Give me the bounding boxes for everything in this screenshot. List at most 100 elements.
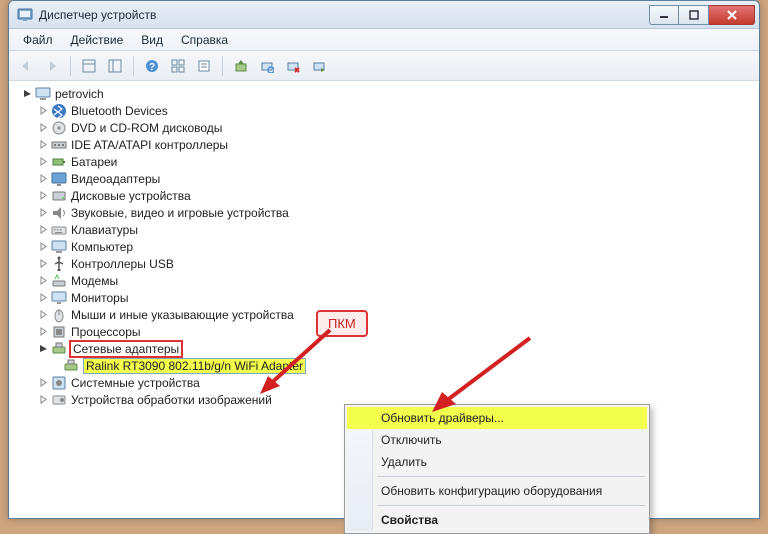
category-icon xyxy=(51,137,67,153)
tree-root-label: petrovich xyxy=(55,87,104,101)
app-icon xyxy=(17,7,33,23)
expand-icon[interactable] xyxy=(37,224,49,236)
category-icon xyxy=(51,188,67,204)
ctx-refresh-label: Обновить конфигурацию оборудования xyxy=(381,484,602,498)
expand-icon[interactable] xyxy=(37,122,49,134)
maximize-button[interactable] xyxy=(679,5,709,25)
tree-category[interactable]: Контроллеры USB xyxy=(33,255,757,272)
expand-icon[interactable] xyxy=(37,207,49,219)
tree-category[interactable]: Мыши и иные указывающие устройства xyxy=(33,306,757,323)
expand-icon[interactable] xyxy=(37,190,49,202)
tree-category[interactable]: Клавиатуры xyxy=(33,221,757,238)
tree-category[interactable]: Bluetooth Devices xyxy=(33,102,757,119)
tree-category-label: Мыши и иные указывающие устройства xyxy=(71,308,294,322)
ctx-refresh-config[interactable]: Обновить конфигурацию оборудования xyxy=(347,480,647,502)
tree-device-label: Ralink RT3090 802.11b/g/n WiFi Adapter xyxy=(83,358,306,374)
tree-category[interactable]: Модемы xyxy=(33,272,757,289)
menu-help[interactable]: Справка xyxy=(173,31,236,49)
toolbar-forward-button[interactable] xyxy=(41,55,63,77)
ctx-delete[interactable]: Удалить xyxy=(347,451,647,473)
expand-icon[interactable] xyxy=(37,105,49,117)
tree-category[interactable]: DVD и CD-ROM дисководы xyxy=(33,119,757,136)
tree-category[interactable]: Мониторы xyxy=(33,289,757,306)
toolbar-separator xyxy=(133,56,134,76)
toolbar-grid-button[interactable] xyxy=(167,55,189,77)
toolbar-separator xyxy=(222,56,223,76)
toolbar-help-button[interactable]: ? xyxy=(141,55,163,77)
toolbar-view-button[interactable] xyxy=(78,55,100,77)
tree-category-label: Звуковые, видео и игровые устройства xyxy=(71,206,289,220)
toolbar: ? xyxy=(9,51,759,81)
tree-category-label: IDE ATA/ATAPI контроллеры xyxy=(71,138,228,152)
toolbar-back-button[interactable] xyxy=(15,55,37,77)
expand-icon[interactable] xyxy=(37,156,49,168)
category-icon xyxy=(51,120,67,136)
toolbar-view2-button[interactable] xyxy=(104,55,126,77)
category-icon xyxy=(51,222,67,238)
expand-icon[interactable] xyxy=(37,394,49,406)
titlebar[interactable]: Диспетчер устройств xyxy=(9,1,759,29)
tree-category[interactable]: Звуковые, видео и игровые устройства xyxy=(33,204,757,221)
toolbar-props-button[interactable] xyxy=(193,55,215,77)
category-icon xyxy=(51,103,67,119)
tree-category[interactable]: Видеоадаптеры xyxy=(33,170,757,187)
tree-category-label: Модемы xyxy=(71,274,118,288)
tree-category-label: Мониторы xyxy=(71,291,128,305)
category-icon xyxy=(51,273,67,289)
tree-device-selected[interactable]: Ralink RT3090 802.11b/g/n WiFi Adapter xyxy=(59,357,757,374)
tree-category-label: Клавиатуры xyxy=(71,223,138,237)
tree-category[interactable]: Батареи xyxy=(33,153,757,170)
tree-category[interactable]: Сетевые адаптеры xyxy=(33,340,757,357)
tree-category[interactable]: Дисковые устройства xyxy=(33,187,757,204)
category-icon xyxy=(51,392,67,408)
tree-root[interactable]: petrovich xyxy=(17,85,757,102)
ctx-update-drivers[interactable]: Обновить драйверы... xyxy=(347,407,647,429)
toolbar-disable-button[interactable] xyxy=(308,55,330,77)
computer-icon xyxy=(35,86,51,102)
category-icon xyxy=(51,171,67,187)
collapse-icon[interactable] xyxy=(37,343,49,355)
context-menu: Обновить драйверы... Отключить Удалить О… xyxy=(344,404,650,534)
menu-action[interactable]: Действие xyxy=(63,31,132,49)
menu-file[interactable]: Файл xyxy=(15,31,61,49)
expand-icon[interactable] xyxy=(37,377,49,389)
expand-icon[interactable] xyxy=(37,326,49,338)
ctx-disable[interactable]: Отключить xyxy=(347,429,647,451)
ctx-properties[interactable]: Свойства xyxy=(347,509,647,531)
ctx-delete-label: Удалить xyxy=(381,455,427,469)
category-icon xyxy=(51,239,67,255)
tree-category-label: Контроллеры USB xyxy=(71,257,174,271)
expand-icon[interactable] xyxy=(37,173,49,185)
minimize-button[interactable] xyxy=(649,5,679,25)
category-icon xyxy=(51,324,67,340)
menu-view[interactable]: Вид xyxy=(133,31,171,49)
svg-text:?: ? xyxy=(149,62,155,73)
context-menu-separator xyxy=(377,505,645,506)
tree-category-label: Сетевые адаптеры xyxy=(73,342,179,356)
category-icon xyxy=(51,154,67,170)
expand-icon[interactable] xyxy=(37,139,49,151)
expand-icon[interactable] xyxy=(37,292,49,304)
toolbar-uninstall-button[interactable] xyxy=(282,55,304,77)
category-icon xyxy=(51,341,67,357)
tree-category[interactable]: Системные устройства xyxy=(33,374,757,391)
expand-icon[interactable] xyxy=(37,258,49,270)
menubar: Файл Действие Вид Справка xyxy=(9,29,759,51)
collapse-icon[interactable] xyxy=(21,88,33,100)
expand-icon[interactable] xyxy=(37,241,49,253)
expand-icon[interactable] xyxy=(37,275,49,287)
tree-category-label: Видеоадаптеры xyxy=(71,172,160,186)
toolbar-scan-button[interactable] xyxy=(256,55,278,77)
tree-category[interactable]: Компьютер xyxy=(33,238,757,255)
window-title: Диспетчер устройств xyxy=(39,8,649,22)
expand-icon[interactable] xyxy=(37,309,49,321)
close-button[interactable] xyxy=(709,5,755,25)
tree-category[interactable]: IDE ATA/ATAPI контроллеры xyxy=(33,136,757,153)
tree-category[interactable]: Процессоры xyxy=(33,323,757,340)
tree-category-label: Процессоры xyxy=(71,325,141,339)
ctx-properties-label: Свойства xyxy=(381,513,438,527)
tree-category-label: DVD и CD-ROM дисководы xyxy=(71,121,222,135)
tree-category-label: Компьютер xyxy=(71,240,133,254)
toolbar-update-button[interactable] xyxy=(230,55,252,77)
toolbar-separator xyxy=(70,56,71,76)
